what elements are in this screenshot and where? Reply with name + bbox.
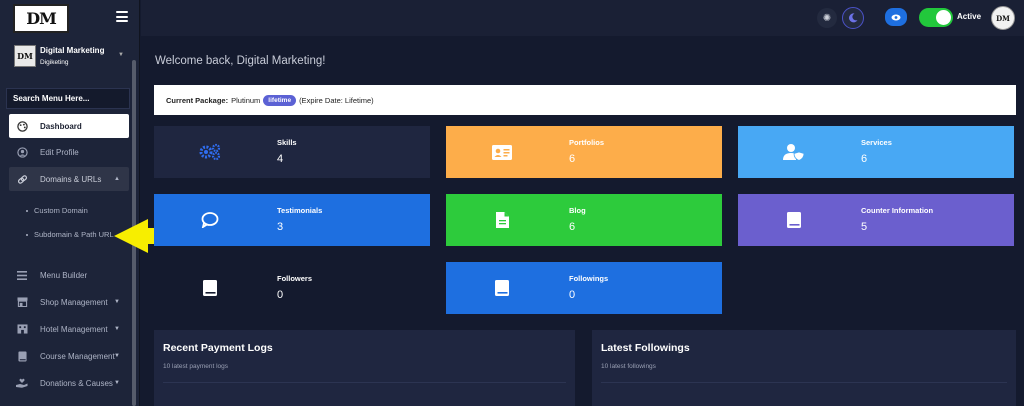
sidebar-item-label: Menu Builder [40,270,88,280]
status-badge: lifetime [263,94,297,106]
sidebar-subitem-label: Custom Domain [34,206,88,215]
hand-holding-heart-icon [16,377,28,389]
link-icon [16,173,28,185]
toggle-knob [936,10,951,25]
card-title: Blog [569,206,586,215]
eye-icon[interactable] [885,8,907,26]
sidebar-subitem-subdomain[interactable]: Subdomain & Path URL [26,230,114,239]
sidebar-item-label: Course Management [40,351,115,361]
recent-payment-logs-panel: Recent Payment Logs 10 latest payment lo… [154,330,575,406]
card-value: 6 [861,153,868,165]
sidebar-item-dashboard[interactable]: Dashboard [9,114,129,138]
user-name: Digital Marketing [40,46,105,55]
sidebar-item-menu-builder[interactable]: Menu Builder [9,263,129,287]
stat-card-followers[interactable]: Followers 0 [154,262,430,314]
card-title: Followings [569,274,609,283]
sidebar-subitem-custom-domain[interactable]: Custom Domain [26,206,88,215]
topbar: ✺ Active DM [141,0,1024,36]
card-title: Portfolios [569,138,604,147]
stat-card-followings[interactable]: Followings 0 [446,262,722,314]
store-icon [16,296,28,308]
sidebar-item-shop[interactable]: Shop Management ▼ [9,290,129,314]
package-expire: (Expire Date: Lifetime) [299,95,374,105]
avatar[interactable]: DM [991,6,1015,30]
card-value: 0 [569,289,576,301]
hotel-icon [16,323,28,335]
chevron-down-icon: ▼ [114,353,120,359]
book-icon [198,276,222,300]
card-title: Skills [277,138,297,147]
id-card-icon [490,140,514,164]
card-value: 0 [277,289,284,301]
sidebar-item-label: Dashboard [40,121,82,131]
stat-card-counter-information[interactable]: Counter Information 5 [738,194,1014,246]
card-value: 4 [277,153,284,165]
logo-bar: DM [0,0,139,36]
sidebar-item-label: Edit Profile [40,147,79,157]
avatar: DM [14,45,36,67]
chevron-down-icon: ▼ [114,299,120,305]
package-name: Plutinum [231,95,261,105]
panel-title: Recent Payment Logs [163,342,273,354]
package-bar: Current Package: Plutinum lifetime (Expi… [154,85,1016,115]
comment-icon [198,208,222,232]
sidebar: DM DM Digital Marketing Digiketing ▼ Sea… [0,0,140,406]
sidebar-item-course[interactable]: Course Management ▼ [9,344,129,368]
divider [163,382,566,383]
sidebar-item-label: Hotel Management [40,324,108,334]
logo: DM [13,4,69,33]
file-icon [490,208,514,232]
gears-icon [198,140,222,164]
stat-card-blog[interactable]: Blog 6 [446,194,722,246]
sidebar-subitem-label: Subdomain & Path URL [34,230,114,239]
package-label: Current Package: [166,95,229,105]
card-title: Counter Information [861,206,934,215]
sun-icon[interactable]: ✺ [817,8,837,28]
book-icon [782,208,806,232]
stat-card-skills[interactable]: Skills 4 [154,126,430,178]
card-value: 6 [569,153,576,165]
divider [601,382,1007,383]
bars-icon [16,269,28,281]
chevron-down-icon[interactable]: ▼ [118,52,124,58]
sidebar-item-edit-profile[interactable]: Edit Profile [9,140,129,164]
status-toggle[interactable] [919,8,953,27]
latest-followings-panel: Latest Followings 10 latest followings [592,330,1016,406]
card-value: 3 [277,221,284,233]
sidebar-item-donations[interactable]: Donations & Causes ▼ [9,371,129,395]
user-shield-icon [782,140,806,164]
stat-card-services[interactable]: Services 6 [738,126,1014,178]
stat-card-portfolios[interactable]: Portfolios 6 [446,126,722,178]
book-icon [490,276,514,300]
sidebar-item-hotel[interactable]: Hotel Management ▼ [9,317,129,341]
panel-subtitle: 10 latest payment logs [163,363,229,370]
search-input[interactable]: Search Menu Here... [6,88,130,109]
card-value: 5 [861,221,868,233]
panel-subtitle: 10 latest followings [601,363,656,370]
card-title: Services [861,138,892,147]
chevron-down-icon: ▼ [114,380,120,386]
hamburger-menu-icon[interactable] [116,11,128,22]
palette-icon [16,120,28,132]
book-icon [16,350,28,362]
sidebar-item-domains[interactable]: Domains & URLs ▲ [9,167,129,191]
moon-icon[interactable] [842,7,864,29]
chevron-up-icon: ▲ [114,176,120,182]
panel-title: Latest Followings [601,342,690,354]
page-title: Welcome back, Digital Marketing! [155,55,326,67]
card-title: Testimonials [277,206,323,215]
sidebar-item-label: Domains & URLs [40,174,102,184]
card-title: Followers [277,274,313,283]
user-profile-block[interactable]: DM Digital Marketing Digiketing ▼ [8,40,132,76]
status-label: Active [957,12,982,21]
sidebar-item-label: Donations & Causes [40,378,113,388]
user-subtitle: Digiketing [40,59,69,66]
user-circle-icon [16,146,28,158]
chevron-down-icon: ▼ [114,326,120,332]
sidebar-item-label: Shop Management [40,297,108,307]
stat-card-testimonials[interactable]: Testimonials 3 [154,194,430,246]
card-value: 6 [569,221,576,233]
